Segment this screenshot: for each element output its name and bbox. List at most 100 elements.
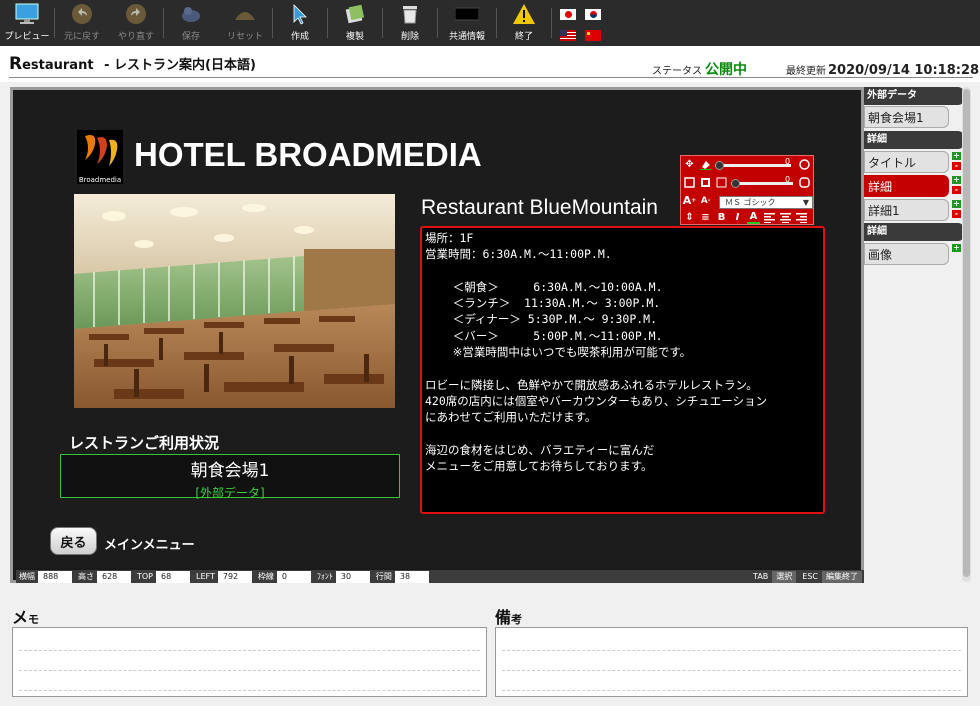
border-slider-knob[interactable] bbox=[731, 179, 740, 188]
china-flag-icon[interactable] bbox=[585, 30, 601, 41]
shared-info-label: 共通情報 bbox=[448, 32, 485, 42]
top-label: TOP bbox=[137, 572, 154, 581]
save-button[interactable]: 保存 bbox=[164, 0, 218, 46]
italic-icon[interactable]: I bbox=[731, 211, 744, 224]
exit-button[interactable]: 終了 bbox=[497, 0, 551, 46]
panel-item-title[interactable]: タイトル bbox=[864, 151, 949, 173]
usage-status-label[interactable]: レストランご利用状況 bbox=[69, 432, 219, 453]
align-center-icon[interactable] bbox=[779, 211, 792, 224]
radius-icon[interactable] bbox=[798, 176, 811, 189]
border-fill-icon[interactable] bbox=[699, 176, 712, 189]
opacity-slider-knob[interactable] bbox=[715, 161, 724, 170]
note-field[interactable] bbox=[495, 627, 968, 697]
width-field[interactable]: 888 bbox=[38, 570, 72, 583]
redo-label: やり直す bbox=[117, 32, 154, 42]
line-spacing-field[interactable]: 38 bbox=[394, 570, 429, 583]
last-updated-value: 2020/09/14 10:18:28 bbox=[828, 63, 980, 78]
opacity-slider[interactable] bbox=[715, 164, 791, 167]
font-field[interactable]: 30 bbox=[335, 570, 370, 583]
end-edit-button[interactable]: 編集終了 bbox=[822, 570, 862, 583]
duplicate-button[interactable]: 複製 bbox=[328, 0, 382, 46]
align-left-icon[interactable] bbox=[763, 211, 776, 224]
align-right-icon[interactable] bbox=[795, 211, 808, 224]
duplicate-label: 複製 bbox=[345, 32, 364, 42]
border-field[interactable]: 0 bbox=[276, 570, 311, 583]
border-box-icon[interactable] bbox=[683, 176, 696, 189]
scrollbar[interactable] bbox=[962, 87, 971, 582]
top-field[interactable]: 68 bbox=[156, 570, 191, 583]
page-subtitle: - レストラン案内(日本語) bbox=[104, 58, 256, 73]
element-panel: 外部データ 朝食会場1 詳細 タイトル + - 詳細 + - 詳細1 + - 詳… bbox=[864, 87, 964, 267]
height-field[interactable]: 628 bbox=[97, 570, 131, 583]
font-family-select[interactable]: ＭＳ ゴシック ▼ bbox=[719, 196, 813, 209]
language-flags bbox=[552, 0, 609, 46]
line-height-up-icon[interactable]: ⇕ bbox=[683, 211, 696, 224]
reset-button[interactable]: リセット bbox=[218, 0, 272, 46]
back-button[interactable]: 戻る bbox=[50, 527, 97, 555]
redo-button[interactable]: やり直す bbox=[109, 0, 163, 46]
panel-item-detail1[interactable]: 詳細1 bbox=[864, 199, 949, 221]
add-icon[interactable]: + bbox=[952, 244, 961, 252]
hotel-logo[interactable]: Broadmedia bbox=[77, 130, 123, 184]
font-label: ﾌｫﾝﾄ bbox=[316, 572, 333, 581]
opacity-value: 0 bbox=[785, 157, 791, 166]
memo-field[interactable] bbox=[12, 627, 487, 697]
undo-icon bbox=[70, 2, 94, 26]
scrollbar-thumb[interactable] bbox=[963, 89, 970, 577]
detail-text-box[interactable]: 場所：1F 営業時間：6:30A.M.～11:00P.M. ＜朝食＞ 6:30A… bbox=[420, 226, 825, 514]
restaurant-title[interactable]: Restaurant BlueMountain bbox=[421, 196, 658, 220]
font-size-down-icon[interactable]: A- bbox=[699, 194, 712, 207]
restaurant-photo[interactable] bbox=[74, 194, 395, 408]
circle-shape-icon[interactable] bbox=[798, 158, 811, 171]
add-icon[interactable]: + bbox=[952, 176, 961, 184]
reset-icon bbox=[233, 2, 257, 26]
fill-icon[interactable] bbox=[699, 158, 712, 171]
left-label: LEFT bbox=[196, 572, 215, 581]
page-title-initial: R bbox=[9, 54, 23, 74]
usa-flag-icon[interactable] bbox=[560, 30, 576, 41]
reset-label: リセット bbox=[226, 32, 263, 42]
title-bar: Restaurant - レストラン案内(日本語) ステータス 公開中 最終更新 2… bbox=[0, 46, 980, 82]
select-button[interactable]: 選択 bbox=[772, 570, 797, 583]
stage-canvas[interactable]: Broadmedia HOTEL BROADMEDIA レストランご利用状況 朝… bbox=[13, 90, 861, 567]
bold-icon[interactable]: B bbox=[715, 211, 728, 224]
undo-button[interactable]: 元に戻す bbox=[55, 0, 109, 46]
shared-info-button[interactable]: 共通情報 bbox=[438, 0, 496, 46]
hotel-name[interactable]: HOTEL BROADMEDIA bbox=[134, 136, 482, 174]
add-icon[interactable]: + bbox=[952, 152, 961, 160]
usage-status-box[interactable]: 朝食会場1 [外部データ] bbox=[60, 454, 400, 500]
font-size-up-icon[interactable]: A + bbox=[683, 194, 697, 207]
external-data-tag: [外部データ] bbox=[195, 486, 265, 500]
panel-item-image[interactable]: 画像 bbox=[864, 243, 949, 265]
delete-button[interactable]: 削除 bbox=[383, 0, 437, 46]
remove-icon[interactable]: - bbox=[952, 186, 961, 194]
undo-label: 元に戻す bbox=[63, 32, 100, 42]
border-label: 枠線 bbox=[257, 572, 274, 581]
last-updated: 最終更新 2020/09/14 10:18:28 bbox=[786, 62, 979, 78]
line-height-down-icon[interactable]: ≡ bbox=[699, 211, 712, 224]
panel-item-detail[interactable]: 詳細 bbox=[864, 175, 949, 197]
panel-item-external[interactable]: 朝食会場1 bbox=[864, 106, 949, 128]
remove-icon[interactable]: - bbox=[952, 210, 961, 218]
korea-flag-icon[interactable] bbox=[585, 9, 601, 20]
monitor-icon bbox=[15, 2, 39, 26]
font-family-value: ＭＳ ゴシック bbox=[725, 198, 776, 207]
left-field[interactable]: 792 bbox=[217, 570, 252, 583]
main-menu-label[interactable]: メインメニュー bbox=[104, 534, 195, 553]
note-title: 備考 bbox=[495, 604, 522, 628]
move-icon[interactable]: ✥ bbox=[683, 158, 696, 171]
japan-flag-icon[interactable] bbox=[560, 9, 576, 20]
border-slider[interactable] bbox=[731, 182, 793, 185]
section-detail: 詳細 bbox=[864, 131, 964, 149]
note-title-small: 考 bbox=[511, 613, 523, 626]
add-icon[interactable]: + bbox=[952, 200, 961, 208]
remove-icon[interactable]: - bbox=[952, 162, 961, 170]
exit-label: 終了 bbox=[514, 32, 533, 42]
usage-venue-name: 朝食会場1 bbox=[190, 461, 270, 481]
page-title: Restaurant - レストラン案内(日本語) bbox=[9, 54, 256, 74]
text-color-icon[interactable]: A bbox=[747, 211, 760, 224]
border-width-icon[interactable] bbox=[715, 176, 728, 189]
preview-button[interactable]: プレビュー bbox=[0, 0, 54, 46]
esc-key-label: ESC bbox=[802, 572, 818, 581]
create-button[interactable]: 作成 bbox=[273, 0, 327, 46]
